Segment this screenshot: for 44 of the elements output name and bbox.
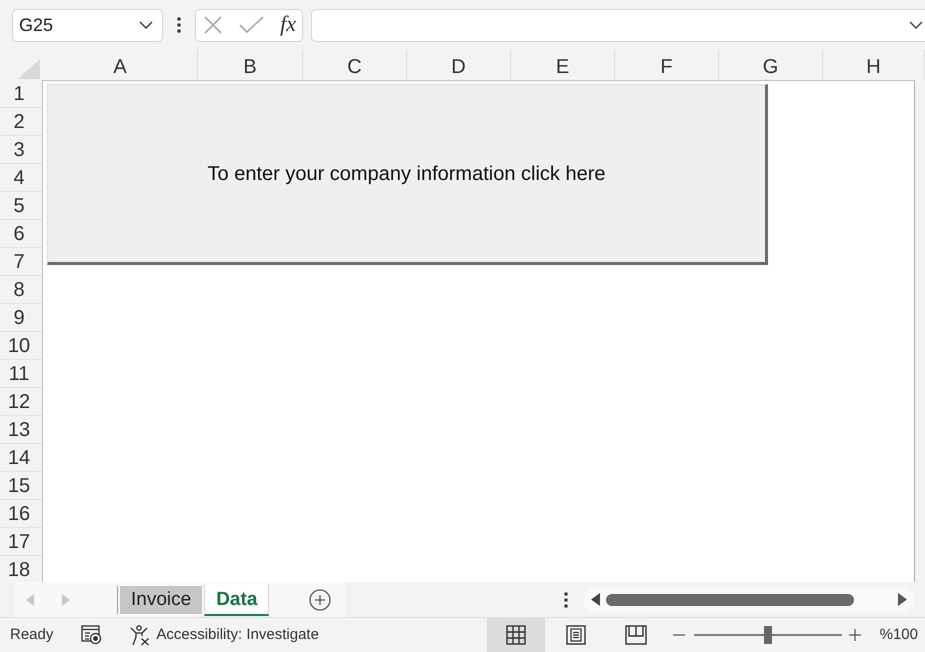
row-header[interactable]: 11 (0, 360, 42, 388)
row-header[interactable]: 16 (0, 500, 42, 528)
chevron-down-icon[interactable] (909, 21, 923, 29)
formula-input-field[interactable] (311, 8, 925, 42)
arrow-left-icon[interactable] (591, 593, 600, 606)
row-header[interactable]: 14 (0, 444, 42, 472)
slider-thumb[interactable] (764, 626, 772, 644)
chevron-down-icon[interactable] (139, 21, 153, 29)
scrollbar-thumb[interactable] (606, 594, 854, 606)
row-header[interactable]: 12 (0, 388, 42, 416)
zoom-percentage[interactable]: %100 (880, 624, 918, 646)
macro-record-icon[interactable] (81, 625, 102, 645)
row-header[interactable]: 3 (0, 136, 42, 164)
normal-view-button[interactable] (486, 618, 545, 652)
arrow-right-icon[interactable] (898, 593, 907, 606)
row-header[interactable]: 8 (0, 276, 42, 304)
vertical-ellipsis-icon[interactable] (177, 17, 181, 33)
row-header[interactable]: 9 (0, 304, 42, 332)
accessibility-status[interactable]: Accessibility: Investigate (156, 624, 319, 646)
plus-icon[interactable] (848, 629, 861, 641)
row-header[interactable]: 17 (0, 528, 42, 556)
plus-circle-icon[interactable] (309, 588, 332, 610)
sheet-tab[interactable]: Invoice (120, 586, 202, 614)
page-break-icon (624, 625, 647, 645)
row-header[interactable]: 7 (0, 248, 42, 276)
insert-function-symbol[interactable]: fx (280, 12, 296, 38)
scrollbar-track[interactable] (583, 586, 915, 612)
row-header[interactable]: 4 (0, 164, 42, 192)
row-header[interactable]: 5 (0, 192, 42, 220)
sheet-tab[interactable]: Data (204, 584, 270, 616)
grid-icon (506, 625, 526, 645)
company-info-button[interactable]: To enter your company information click here (47, 84, 768, 265)
row-header[interactable]: 1 (0, 80, 42, 108)
row-header[interactable]: 10 (0, 332, 42, 360)
check-icon[interactable] (238, 16, 264, 34)
row-header[interactable]: 6 (0, 220, 42, 248)
vertical-ellipsis-icon[interactable] (564, 592, 568, 608)
name-box[interactable]: G25 (12, 8, 163, 42)
accessibility-icon[interactable] (129, 624, 150, 646)
ready-status: Ready (10, 624, 54, 645)
row-header[interactable]: 13 (0, 416, 42, 444)
row-header[interactable]: 2 (0, 108, 42, 136)
row-header[interactable]: 15 (0, 472, 42, 500)
page-icon (566, 625, 586, 645)
